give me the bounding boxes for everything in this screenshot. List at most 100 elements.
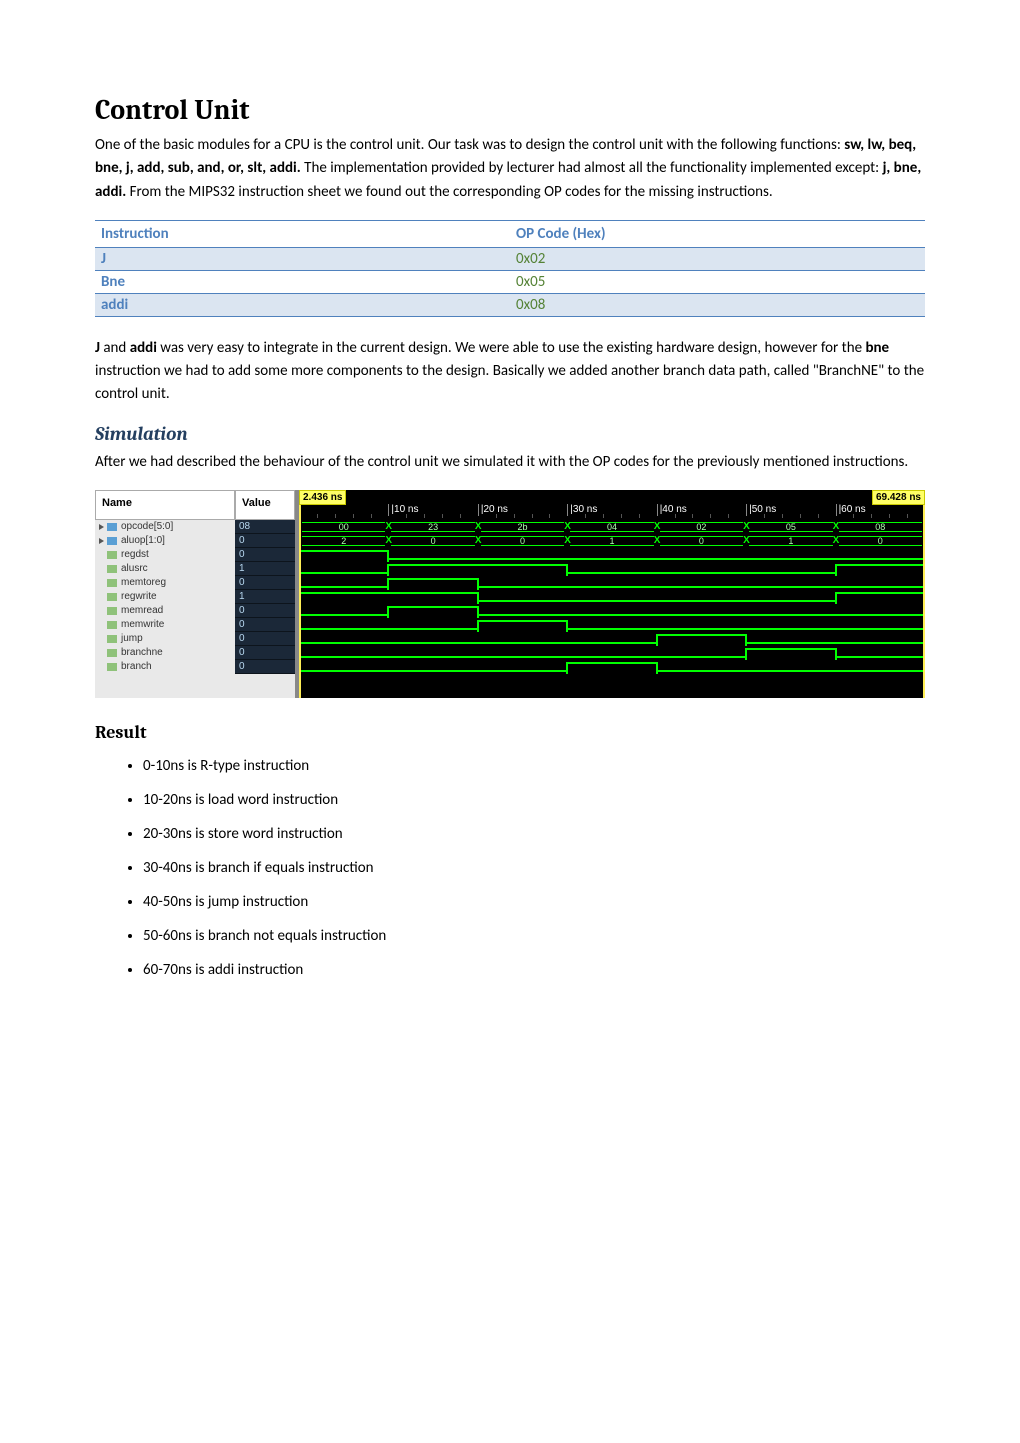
bus-segment: 0 <box>839 536 922 546</box>
scalar-icon <box>107 663 117 671</box>
bit-segment <box>657 648 746 658</box>
signal-name: opcode[5:0] <box>95 520 235 534</box>
bit-segment <box>567 564 656 574</box>
bus-segment: 05 <box>749 522 832 532</box>
cursor-line-left <box>299 490 301 698</box>
bit-segment <box>299 648 388 658</box>
bit-segment <box>657 564 746 574</box>
p2-addi: addi <box>130 339 157 357</box>
bus-icon <box>107 523 117 531</box>
signal-name: branch <box>95 660 235 674</box>
time-tick: |50 ns <box>746 504 776 516</box>
bit-segment <box>567 634 656 644</box>
bit-segment <box>388 550 477 560</box>
bit-segment <box>567 606 656 616</box>
bit-segment <box>478 662 567 672</box>
opcode-header-opcode: OP Code (Hex) <box>510 220 925 247</box>
bit-segment <box>746 662 835 672</box>
scalar-icon <box>107 649 117 657</box>
bit-segment <box>836 662 925 672</box>
bit-edge <box>387 578 389 590</box>
result-heading: Result <box>95 722 925 743</box>
bus-transition-icon: X <box>833 536 839 546</box>
bit-segment <box>299 564 388 574</box>
bit-segment <box>299 578 388 588</box>
cell-opcode: 0x05 <box>510 270 925 293</box>
waveform-row <box>299 548 925 562</box>
bus-segment: 02 <box>660 522 743 532</box>
signal-name: memwrite <box>95 618 235 632</box>
results-list: 0-10ns is R-type instruction10-20ns is l… <box>95 749 925 987</box>
signal-name: jump <box>95 632 235 646</box>
opcode-header-instruction: Instruction <box>95 220 510 247</box>
bit-segment <box>657 550 746 560</box>
scalar-icon <box>107 551 117 559</box>
intro-text-3: From the MIPS32 instruction sheet we fou… <box>130 183 773 201</box>
waveform-row <box>299 576 925 590</box>
waveform-row <box>299 562 925 576</box>
signal-name: branchne <box>95 646 235 660</box>
bus-segment: 2 <box>302 536 385 546</box>
cell-instruction: J <box>95 247 510 270</box>
list-item: 50-60ns is branch not equals instruction <box>143 919 925 953</box>
bus-transition-icon: X <box>654 522 660 532</box>
expand-icon[interactable] <box>99 524 104 530</box>
signal-name: aluop[1:0] <box>95 534 235 548</box>
bus-transition-icon: X <box>564 522 570 532</box>
signal-name: alusrc <box>95 562 235 576</box>
signal-value: 0 <box>235 604 295 618</box>
scalar-icon <box>107 635 117 643</box>
bus-segment: 08 <box>839 522 922 532</box>
signal-value-column: Value 080010100000 <box>235 490 295 698</box>
bit-segment <box>657 634 746 644</box>
bus-segment: 0 <box>660 536 743 546</box>
list-item: 20-30ns is store word instruction <box>143 817 925 851</box>
bit-edge <box>387 564 389 576</box>
signal-value: 0 <box>235 646 295 660</box>
signal-value: 08 <box>235 520 295 534</box>
bit-edge <box>656 634 658 646</box>
bit-segment <box>388 662 477 672</box>
bit-segment <box>836 620 925 630</box>
list-item: 30-40ns is branch if equals instruction <box>143 851 925 885</box>
bit-segment <box>478 634 567 644</box>
bus-segment: 00 <box>302 522 385 532</box>
scalar-icon <box>107 607 117 615</box>
signal-value: 0 <box>235 548 295 562</box>
bit-segment <box>746 578 835 588</box>
bit-segment <box>746 620 835 630</box>
bit-edge <box>656 662 658 674</box>
bit-segment <box>836 550 925 560</box>
bit-segment <box>567 662 656 672</box>
expand-icon[interactable] <box>99 538 104 544</box>
opcode-table: Instruction OP Code (Hex) J0x02Bne0x05ad… <box>95 220 925 317</box>
bit-segment <box>299 550 388 560</box>
signal-name: regdst <box>95 548 235 562</box>
waveform-row <box>299 618 925 632</box>
waveform-row: 0023X2bX04X02X05X08X <box>299 520 925 534</box>
bit-edge <box>745 634 747 646</box>
bit-segment <box>478 606 567 616</box>
bus-segment: 0 <box>391 536 474 546</box>
bit-segment <box>657 620 746 630</box>
signal-value: 0 <box>235 576 295 590</box>
bit-segment <box>567 550 656 560</box>
waveform-row <box>299 660 925 674</box>
name-header: Name <box>95 490 235 520</box>
integration-paragraph: J and addi was very easy to integrate in… <box>95 337 925 407</box>
bit-segment <box>746 550 835 560</box>
signal-value: 1 <box>235 590 295 604</box>
bit-edge <box>835 564 837 576</box>
intro-text-1: One of the basic modules for a CPU is th… <box>95 136 844 154</box>
bit-segment <box>746 592 835 602</box>
bit-segment <box>388 578 477 588</box>
p2-bne: bne <box>865 339 889 357</box>
cell-opcode: 0x02 <box>510 247 925 270</box>
bus-transition-icon: X <box>743 536 749 546</box>
table-row: addi0x08 <box>95 293 925 316</box>
p2-t2: instruction we had to add some more comp… <box>95 362 924 403</box>
signal-value: 0 <box>235 534 295 548</box>
bit-segment <box>299 662 388 672</box>
bit-segment <box>836 606 925 616</box>
bit-segment <box>478 578 567 588</box>
